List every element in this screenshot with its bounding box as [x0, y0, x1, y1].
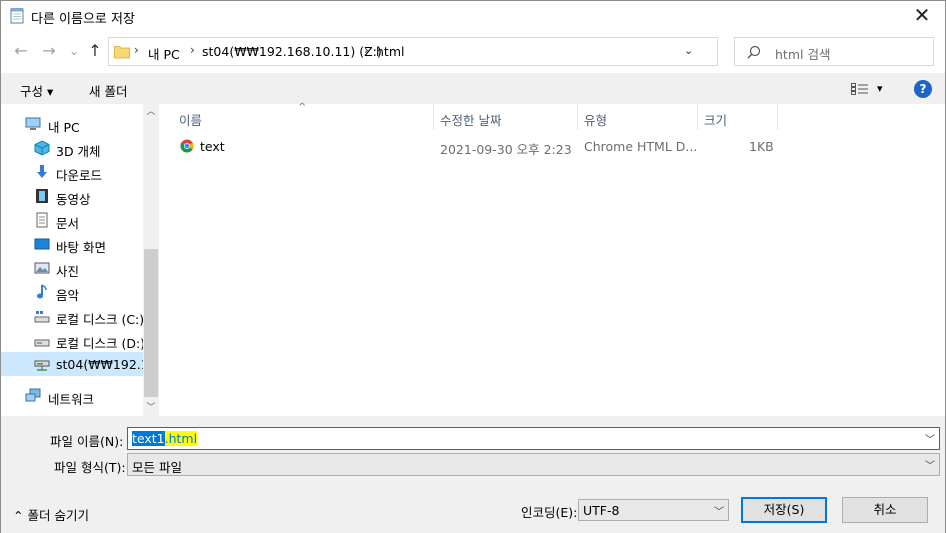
back-button[interactable]: ←	[11, 41, 31, 61]
cancel-button[interactable]: 취소	[842, 497, 928, 523]
address-separator: ›	[364, 43, 369, 57]
scrollbar-thumb[interactable]	[144, 249, 158, 397]
command-bar: 구성 ▾ 새 폴더 ▾	[1, 73, 945, 104]
sidebar-item-videos[interactable]: 동영상	[1, 184, 143, 208]
file-size: 1KB	[749, 139, 774, 154]
address-segment-pc[interactable]: 내 PC	[148, 44, 180, 63]
filename-input[interactable]: text1.html ﹀	[127, 427, 940, 450]
column-divider[interactable]	[433, 104, 434, 130]
scroll-up-arrow[interactable]: ︿	[143, 104, 159, 120]
video-icon	[36, 189, 48, 203]
column-divider[interactable]	[777, 104, 778, 130]
sidebar-item-3d-objects[interactable]: 3D 개체	[1, 136, 143, 160]
download-icon	[37, 165, 47, 178]
document-icon	[36, 212, 48, 228]
chevron-down-icon[interactable]: ﹀	[714, 503, 724, 518]
help-icon[interactable]: ?	[914, 80, 932, 98]
chevron-up-icon: ⌃	[13, 508, 24, 523]
window-title: 다른 이름으로 저장	[31, 12, 135, 27]
encoding-label: 인코딩(E):	[521, 505, 578, 520]
recent-locations-button[interactable]: ⌄	[64, 41, 84, 61]
drive-icon	[34, 311, 50, 323]
sidebar-item-local-disk-d[interactable]: 로컬 디스크 (D:)	[1, 328, 145, 352]
scroll-down-arrow[interactable]: ﹀	[143, 400, 159, 416]
sidebar-item-downloads[interactable]: 다운로드	[1, 160, 143, 184]
column-header-name[interactable]: 이름	[179, 104, 202, 130]
file-modified: 2021-09-30 오후 2:23	[440, 142, 572, 157]
filename-value[interactable]: text1.html	[130, 430, 199, 447]
search-icon	[747, 45, 761, 59]
sidebar-item-local-disk-c[interactable]: 로컬 디스크 (C:)	[1, 304, 144, 328]
drive-icon	[34, 339, 50, 347]
hide-folders-toggle[interactable]: ⌃ 폴더 숨기기	[13, 505, 89, 524]
sidebar-item-network-drive[interactable]: st04(₩₩192.168	[1, 352, 165, 376]
chevron-down-icon[interactable]: ﹀	[925, 431, 935, 446]
address-segment-drive[interactable]: st04(₩₩192.168.10.11) (Z:)	[202, 44, 382, 59]
folder-icon	[114, 46, 130, 59]
view-options-icon[interactable]	[851, 83, 869, 95]
filename-label: 파일 이름(N):	[50, 434, 124, 449]
title-bar: 다른 이름으로 저장 ✕	[1, 1, 945, 31]
close-button[interactable]: ✕	[907, 3, 937, 29]
column-header-modified[interactable]: 수정한 날짜	[440, 104, 501, 130]
chrome-icon	[180, 139, 194, 153]
pictures-icon	[34, 262, 50, 274]
new-folder-button[interactable]: 새 폴더	[89, 81, 127, 100]
organize-button[interactable]: 구성 ▾	[20, 81, 53, 100]
address-bar[interactable]: › 내 PC › st04(₩₩192.168.10.11) (Z:) › ht…	[108, 37, 818, 66]
network-drive-icon	[34, 360, 50, 371]
sidebar-item-network[interactable]: 네트워크	[1, 384, 143, 408]
up-button[interactable]: ↑	[85, 41, 105, 61]
navigation-pane: 내 PC 3D 개체 다운로드 동영상 문서 바탕 화면 사진 음악 로컬 디스…	[1, 104, 165, 416]
computer-icon	[25, 117, 41, 130]
sidebar-item-documents[interactable]: 문서	[1, 208, 143, 232]
address-separator: ›	[134, 43, 139, 57]
filetype-label: 파일 형식(T):	[54, 460, 126, 475]
save-button[interactable]: 저장(S)	[741, 497, 827, 523]
view-dropdown[interactable]: ▾	[877, 82, 883, 95]
filetype-select[interactable]: 모든 파일 ﹀	[127, 453, 940, 476]
chevron-down-icon[interactable]: ﹀	[925, 457, 935, 472]
column-divider[interactable]	[577, 104, 578, 130]
save-as-dialog: 다른 이름으로 저장 ✕ ← → ⌄ ↑ › 내 PC › st04(₩₩192…	[0, 0, 946, 533]
desktop-icon	[34, 238, 50, 250]
sidebar-item-music[interactable]: 음악	[1, 280, 143, 304]
save-form: 파일 이름(N): text1.html ﹀ 파일 형식(T): 모든 파일 ﹀…	[1, 416, 945, 533]
column-header-type[interactable]: 유형	[584, 104, 607, 130]
network-icon	[25, 388, 41, 402]
notepad-icon	[10, 8, 24, 24]
column-divider[interactable]	[697, 104, 698, 130]
file-type: Chrome HTML D...	[584, 139, 698, 154]
search-box[interactable]: html 검색	[734, 37, 934, 66]
sidebar-scrollbar[interactable]: ︿ ﹀	[143, 104, 159, 416]
chevron-down-icon[interactable]: ⌄	[684, 44, 693, 57]
encoding-select[interactable]: UTF-8 ﹀	[578, 499, 729, 521]
cube-icon	[34, 140, 50, 156]
music-icon	[37, 284, 47, 299]
address-separator: ›	[190, 43, 195, 57]
sort-ascending-icon: ^	[298, 102, 307, 113]
forward-button[interactable]: →	[39, 41, 59, 61]
sidebar-item-pictures[interactable]: 사진	[1, 256, 143, 280]
file-name[interactable]: text	[200, 139, 225, 154]
sidebar-item-this-pc[interactable]: 내 PC	[1, 112, 143, 136]
sidebar-item-desktop[interactable]: 바탕 화면	[1, 232, 143, 256]
address-segment-folder[interactable]: html	[376, 44, 404, 59]
search-input[interactable]: html 검색	[775, 44, 830, 63]
file-list: 이름 ^ 수정한 날짜 유형 크기 text 2021-09-30 오후 2:2…	[159, 102, 945, 416]
column-header-size[interactable]: 크기	[704, 104, 727, 130]
